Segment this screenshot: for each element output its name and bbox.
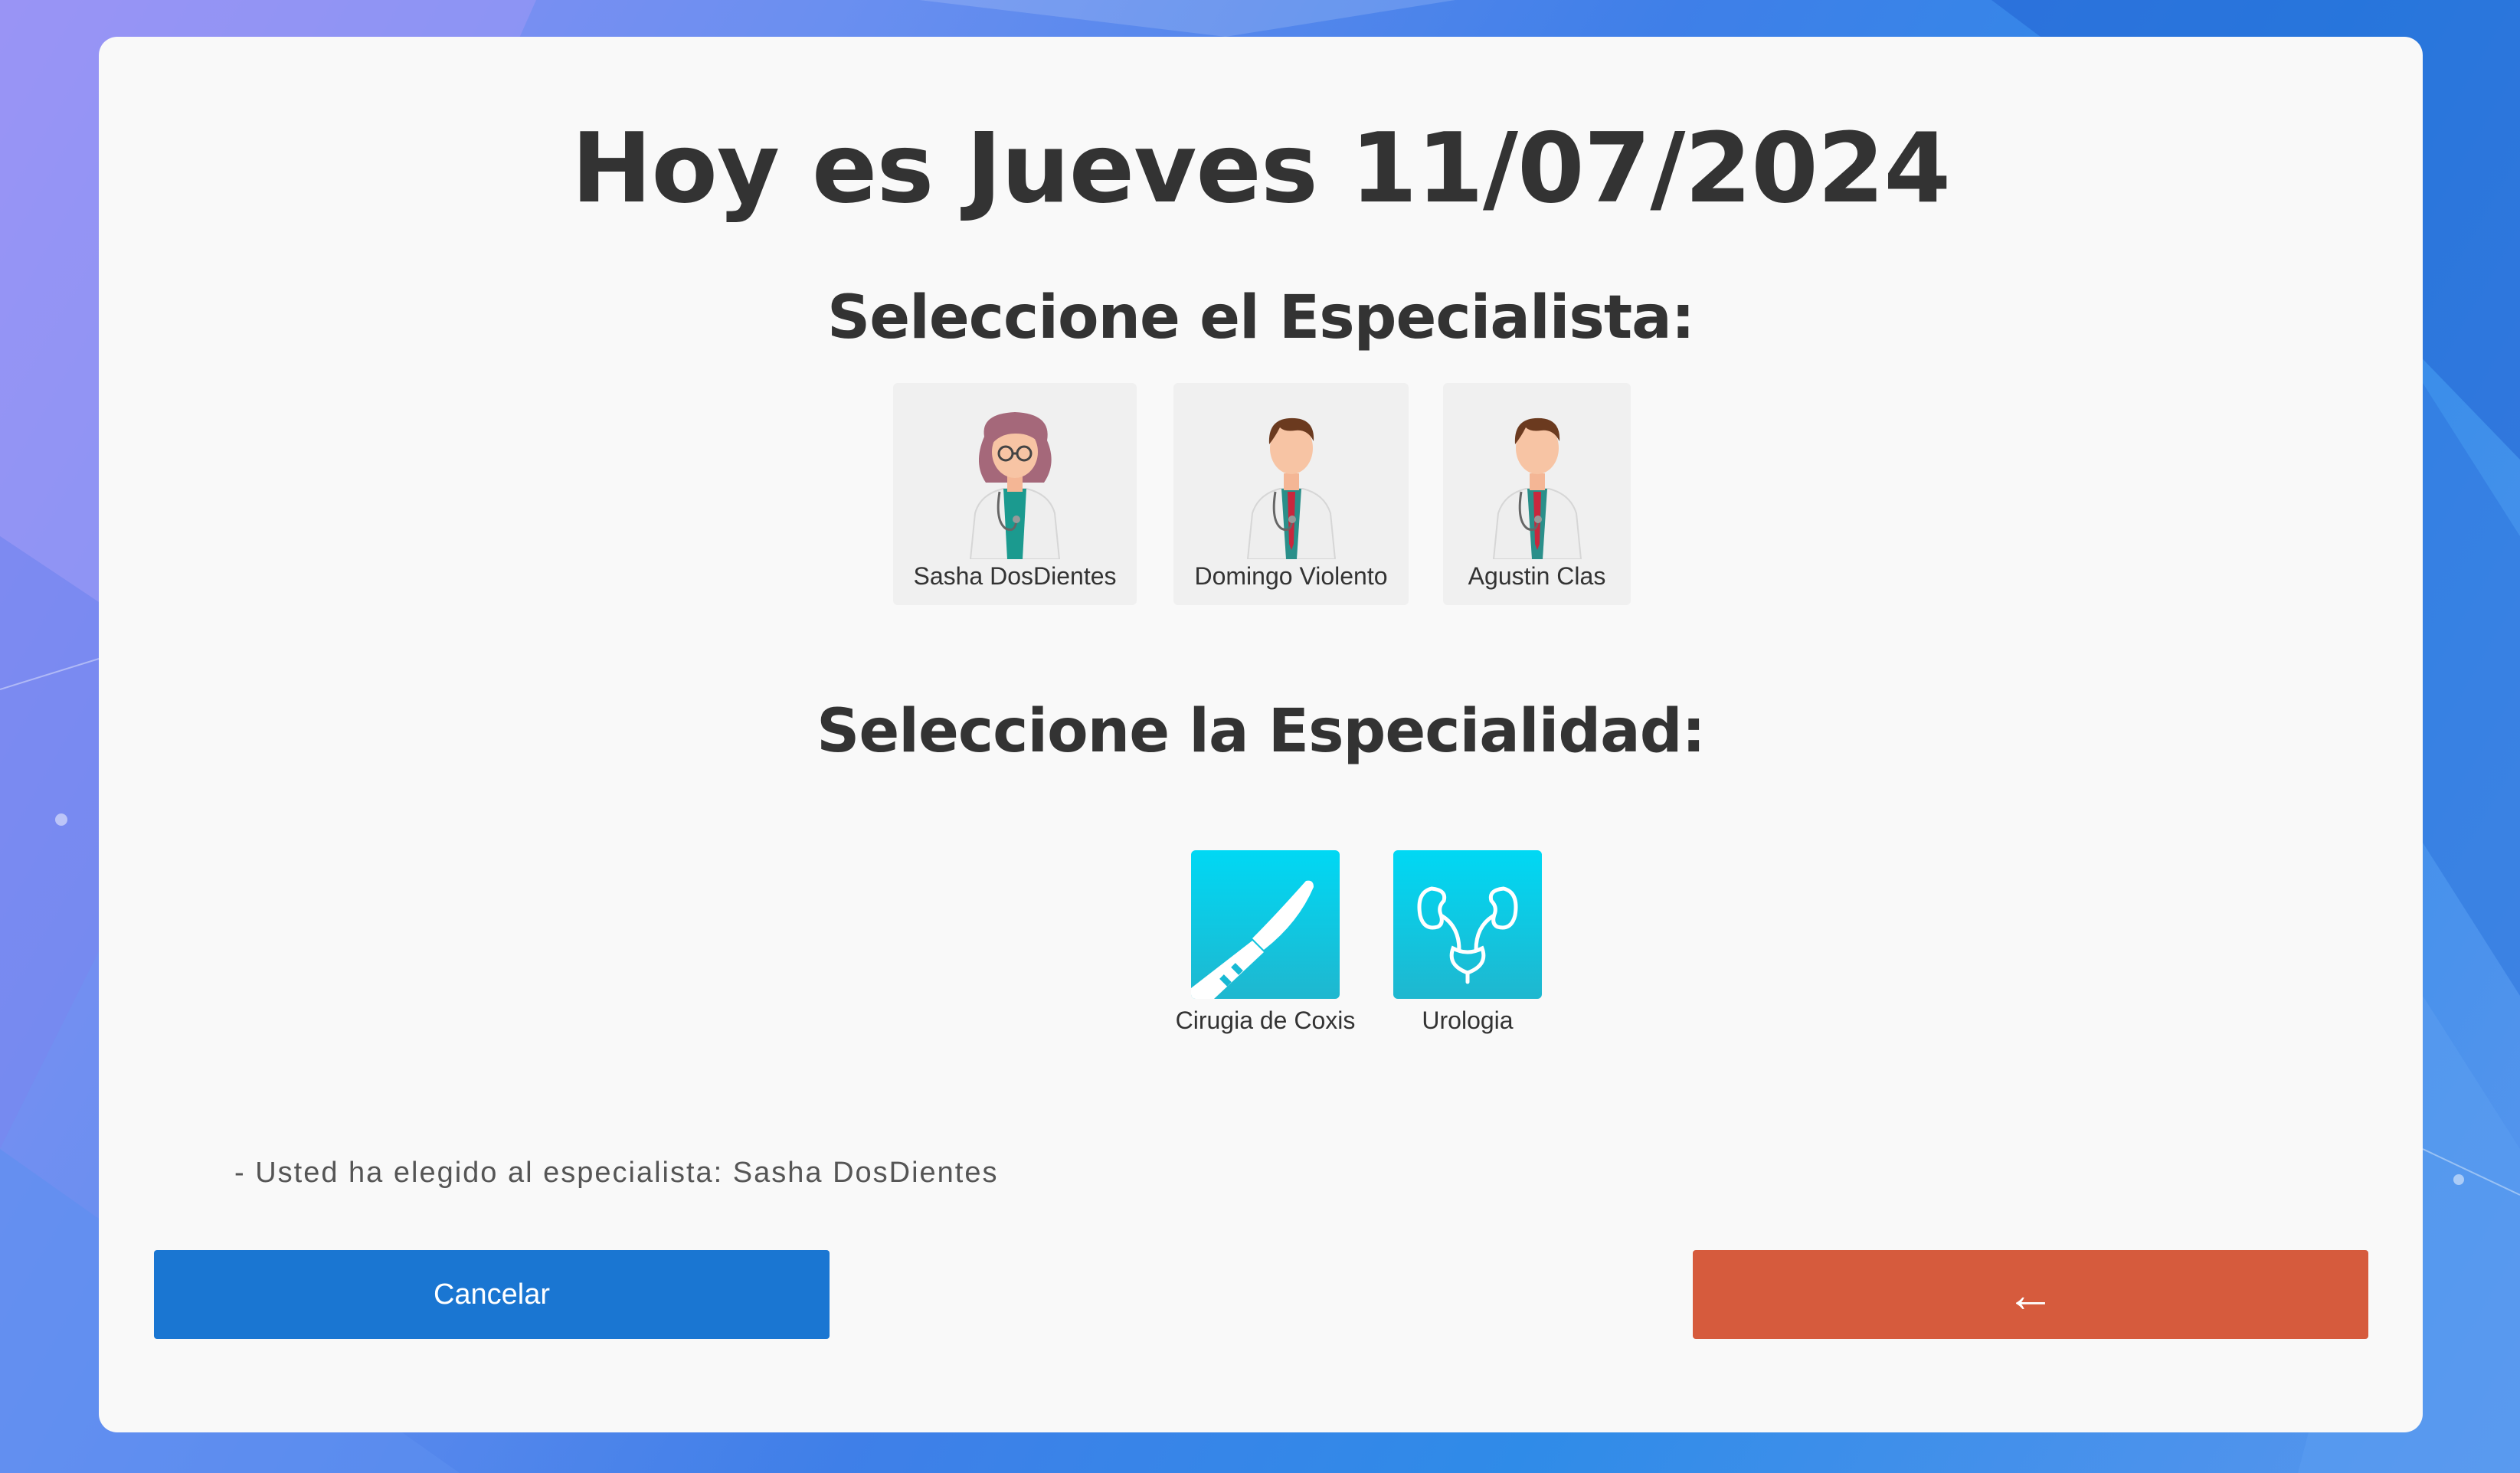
- cancel-button[interactable]: Cancelar: [154, 1250, 830, 1339]
- arrow-left-icon: ←: [2006, 1267, 2055, 1322]
- back-button[interactable]: ←: [1693, 1250, 2368, 1339]
- specialist-name: Agustin Clas: [1468, 562, 1606, 590]
- specialist-card-sasha-dosdientes[interactable]: Sasha DosDientes: [893, 383, 1137, 605]
- page-title: Hoy es Jueves 11/07/2024: [571, 112, 1951, 224]
- selection-note: - Usted ha elegido al especialista: Sash…: [234, 1157, 999, 1189]
- specialty-label: Urologia: [1422, 1007, 1514, 1034]
- specialty-heading: Seleccione la Especialidad:: [817, 697, 1706, 766]
- specialty-label: Cirugia de Coxis: [1175, 1007, 1356, 1034]
- specialist-heading: Seleccione el Especialista:: [827, 283, 1695, 352]
- specialist-card-domingo-violento[interactable]: Domingo Violento: [1173, 383, 1409, 605]
- specialist-name: Domingo Violento: [1194, 562, 1388, 590]
- kidneys-icon: [1393, 850, 1542, 999]
- specialty-cirugia-de-coxis[interactable]: Cirugia de Coxis: [1171, 850, 1360, 1036]
- specialist-card-agustin-clas[interactable]: Agustin Clas: [1443, 383, 1631, 605]
- specialty-urologia[interactable]: Urologia: [1393, 850, 1542, 1036]
- male-doctor-avatar-icon: [1492, 417, 1582, 559]
- female-doctor-avatar-icon: [969, 412, 1061, 559]
- male-doctor-avatar-icon: [1246, 417, 1336, 559]
- specialist-name: Sasha DosDientes: [913, 562, 1117, 590]
- main-card: Hoy es Jueves 11/07/2024 Seleccione el E…: [99, 37, 2423, 1432]
- scalpel-icon: [1191, 850, 1340, 999]
